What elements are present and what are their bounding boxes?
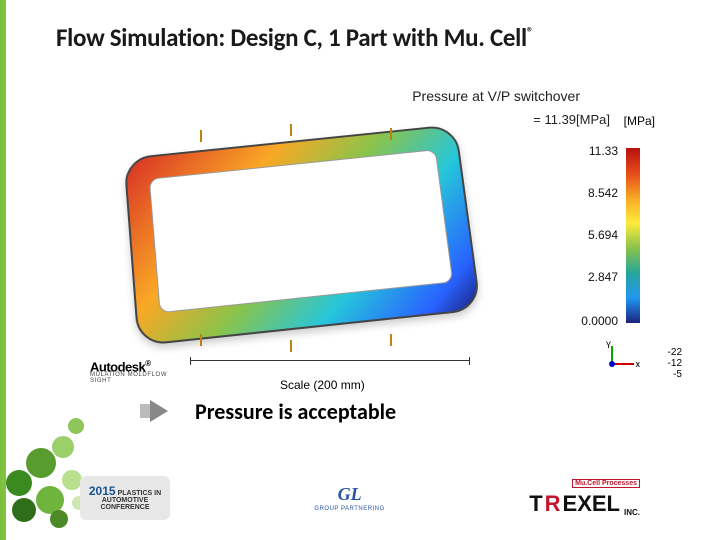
- axis-y-label: Y: [606, 338, 611, 351]
- conference-logo: 2015PLASTICS IN AUTOMOTIVE CONFERENCE: [80, 476, 170, 520]
- scale-label: Scale (200 mm): [280, 378, 365, 392]
- gate-marker-icon: [200, 130, 202, 142]
- registered-mark: ®: [527, 26, 533, 41]
- axis-x-label: x: [636, 357, 640, 370]
- gate-marker-icon: [390, 128, 392, 140]
- arrow-icon: [140, 400, 168, 422]
- trexel-logo: Mu.Cell Processes TREXELINC.: [529, 479, 640, 517]
- gl-logo: GL GROUP PARTNERING: [314, 484, 384, 512]
- chart-title: Pressure at V/P switchover: [412, 88, 580, 104]
- slide: Flow Simulation: Design C, 1 Part with M…: [0, 0, 720, 540]
- colorbar-tick: 11.33: [589, 144, 618, 158]
- gate-marker-icon: [290, 340, 292, 352]
- colorbar: [626, 148, 640, 323]
- scale-bar: [190, 360, 470, 378]
- colorbar-tick: 8.542: [588, 186, 618, 200]
- part-screen-cutout: [149, 149, 453, 313]
- molded-part-render: [120, 128, 490, 348]
- axis-triad-icon: Y x: [604, 342, 640, 372]
- coord-value: -12: [668, 358, 682, 369]
- colorbar-tick: 0.0000: [581, 314, 618, 328]
- autodesk-product: MULATION MOLDFLOW SIGHT: [90, 372, 167, 384]
- gate-marker-icon: [390, 334, 392, 346]
- chart-subtitle: = 11.39[MPa]: [533, 112, 610, 127]
- coord-value: -5: [668, 369, 682, 380]
- coord-value: -22: [668, 347, 682, 358]
- colorbar-tick: 2.847: [588, 270, 618, 284]
- part-outer-frame: [123, 124, 481, 346]
- conclusion-text: Pressure is acceptable: [195, 398, 396, 425]
- gate-marker-icon: [290, 124, 292, 136]
- slide-title: Flow Simulation: Design C, 1 Part with M…: [56, 22, 533, 53]
- sponsor-logos: 2015PLASTICS IN AUTOMOTIVE CONFERENCE GL…: [80, 468, 640, 528]
- coordinate-readout: -22 -12 -5: [668, 347, 682, 380]
- gate-marker-icon: [200, 334, 202, 346]
- chart-unit: [MPa]: [624, 114, 655, 128]
- colorbar-tick: 5.694: [588, 228, 618, 242]
- title-text: Flow Simulation: Design C, 1 Part with M…: [56, 22, 527, 53]
- simulation-chart: Pressure at V/P switchover = 11.39[MPa] …: [90, 78, 680, 378]
